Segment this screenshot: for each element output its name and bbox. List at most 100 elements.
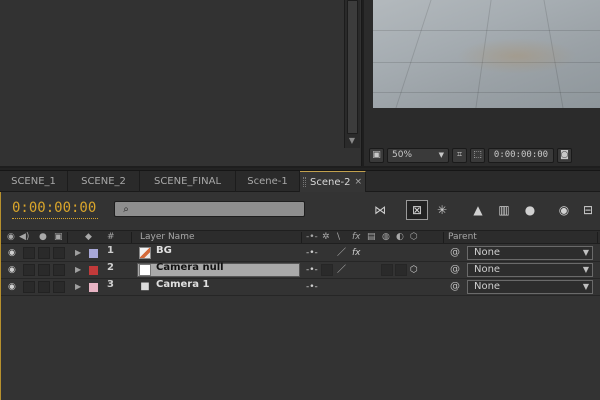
shy-switch-icon[interactable]: -•-: [306, 262, 318, 278]
footage-icon: [139, 247, 151, 259]
tab-label: SCENE_1: [11, 176, 56, 187]
collapse-switch[interactable]: [321, 264, 333, 276]
effects-switch-icon[interactable]: fx: [352, 245, 361, 261]
lock-icon[interactable]: ▣: [54, 231, 63, 244]
motion-blur-icon[interactable]: ▥: [493, 200, 515, 220]
frame-blend-switch-icon: ▤: [367, 232, 376, 242]
shy-switch-icon: -•-: [306, 232, 318, 242]
tab-label: SCENE_2: [81, 176, 126, 187]
tab-scene-final[interactable]: SCENE_FINAL: [140, 171, 236, 192]
label-color-swatch[interactable]: [89, 266, 98, 275]
layer-column-header: ◉ ◀) ● ▣ ◆ # Layer Name -•- ✲ \ fx ▤ ◍ ◐…: [1, 230, 600, 244]
solo-icon[interactable]: ●: [39, 231, 47, 244]
grid-guides-icon[interactable]: ⌗: [452, 147, 467, 163]
tab-scene-2[interactable]: Scene-2 ×: [300, 171, 366, 192]
region-of-interest-icon[interactable]: ⬚: [470, 147, 485, 163]
tab-scene-1-upper[interactable]: SCENE_1: [0, 171, 68, 192]
frame-blending-icon[interactable]: ▲: [467, 200, 489, 220]
current-timecode[interactable]: 0:00:00:00: [12, 200, 96, 216]
quality-switch-icon[interactable]: ／: [337, 245, 346, 261]
eye-icon[interactable]: ◉: [8, 248, 16, 258]
audio-switch[interactable]: [23, 247, 35, 259]
column-parent[interactable]: Parent: [448, 231, 477, 244]
3d-layer-switch-icon[interactable]: ⬡: [410, 262, 418, 278]
parent-value: None: [474, 247, 501, 258]
twirl-down-arrow-icon[interactable]: ▶: [75, 279, 81, 295]
twirl-down-arrow-icon[interactable]: ▶: [75, 245, 81, 261]
close-icon[interactable]: ×: [354, 177, 362, 187]
quality-switch-icon[interactable]: ／: [337, 262, 346, 278]
snapshot-camera-icon[interactable]: ◙: [557, 147, 572, 163]
always-preview-icon[interactable]: ▣: [369, 147, 384, 163]
pickwhip-icon[interactable]: @: [450, 245, 460, 261]
parent-value: None: [474, 281, 501, 292]
label-tag-icon[interactable]: ◆: [85, 231, 92, 244]
table-row[interactable]: ◉ ▶ 3 ■ Camera 1 -•- @ None ▼: [1, 279, 600, 296]
motion-blur-switch[interactable]: [381, 264, 393, 276]
twirl-down-arrow-icon[interactable]: ▶: [75, 262, 81, 278]
effects-switch-icon: fx: [352, 232, 361, 242]
eye-icon[interactable]: ◉: [8, 265, 16, 275]
solo-switch[interactable]: [38, 264, 50, 276]
current-time-field[interactable]: 0:00:00:00: [488, 147, 554, 163]
null-icon: [139, 264, 151, 276]
shy-switch-icon[interactable]: -•-: [306, 245, 318, 261]
label-color-swatch[interactable]: [89, 249, 98, 258]
pickwhip-icon[interactable]: @: [450, 262, 460, 278]
table-row[interactable]: ◉ ▶ 2 Camera null -•- ／ ⬡ @ None ▼: [1, 262, 600, 279]
label-color-swatch[interactable]: [89, 283, 98, 292]
adjustment-switch-icon: ◐: [396, 232, 404, 242]
auto-keyframe-icon[interactable]: ◉: [553, 200, 575, 220]
draft-3d-icon[interactable]: ⊠: [406, 200, 428, 220]
lock-switch[interactable]: [53, 247, 65, 259]
scroll-down-arrow-icon[interactable]: ▼: [344, 132, 360, 148]
layer-name[interactable]: Camera 1: [156, 279, 209, 290]
table-row[interactable]: ◉ ▶ 1 BG -•- ／ fx @ None ▼: [1, 245, 600, 262]
graph-editor-icon[interactable]: ⊟: [577, 200, 599, 220]
project-scrollbar[interactable]: [344, 0, 360, 148]
eye-icon[interactable]: ◉: [7, 231, 15, 244]
composition-viewer: ▣ 50% ▼ ⌗ ⬚ 0:00:00:00 ◙: [364, 0, 600, 166]
parent-select[interactable]: None ▼: [467, 263, 593, 277]
layer-name[interactable]: BG: [156, 245, 172, 256]
pickwhip-icon[interactable]: @: [450, 279, 460, 295]
tab-label: SCENE_FINAL: [153, 176, 222, 187]
scrollbar-thumb[interactable]: [347, 0, 358, 134]
chevron-down-icon: ▼: [582, 282, 589, 291]
column-number: #: [107, 232, 115, 242]
layer-search-input[interactable]: ⌕: [114, 201, 305, 217]
parent-select[interactable]: None ▼: [467, 246, 593, 260]
lock-switch[interactable]: [53, 264, 65, 276]
solo-switch[interactable]: [38, 281, 50, 293]
shy-switch-icon[interactable]: -•-: [306, 279, 318, 295]
layer-number: 1: [107, 245, 114, 256]
layer-name[interactable]: Camera null: [156, 262, 224, 273]
zoom-select[interactable]: 50% ▼: [387, 147, 449, 163]
camera-icon: ■: [140, 281, 150, 292]
brainstorm-icon[interactable]: ●: [519, 200, 541, 220]
solo-switch[interactable]: [38, 247, 50, 259]
chevron-down-icon: ▼: [582, 248, 589, 257]
audio-switch[interactable]: [23, 281, 35, 293]
parent-select[interactable]: None ▼: [467, 280, 593, 294]
column-layer-name[interactable]: Layer Name: [140, 231, 195, 244]
composition-mini-flowchart-icon[interactable]: ⋈: [369, 200, 391, 220]
audio-icon[interactable]: ◀): [19, 231, 29, 244]
eye-icon[interactable]: ◉: [8, 282, 16, 292]
adjustment-switch[interactable]: [395, 264, 407, 276]
drag-grip-icon[interactable]: [302, 177, 306, 187]
lock-switch[interactable]: [53, 281, 65, 293]
composition-tab-bar: SCENE_1 SCENE_2 SCENE_FINAL Scene-1 Scen…: [0, 170, 600, 192]
zoom-value: 50%: [392, 150, 413, 160]
shy-layers-icon[interactable]: ✳: [431, 200, 453, 220]
audio-switch[interactable]: [23, 264, 35, 276]
chevron-down-icon: ▼: [582, 265, 589, 274]
project-panel: ▼: [0, 0, 362, 166]
chevron-down-icon: ▼: [438, 151, 444, 159]
layer-number: 3: [107, 279, 114, 290]
tab-scene-1[interactable]: Scene-1: [236, 171, 300, 192]
tab-scene-2-upper[interactable]: SCENE_2: [68, 171, 140, 192]
top-panels: ▼ ▣ 50% ▼ ⌗ ⬚ 0:00:00:00 ◙: [0, 0, 600, 168]
motion-blur-switch-icon: ◍: [382, 232, 390, 242]
composition-preview-image: [373, 0, 600, 108]
